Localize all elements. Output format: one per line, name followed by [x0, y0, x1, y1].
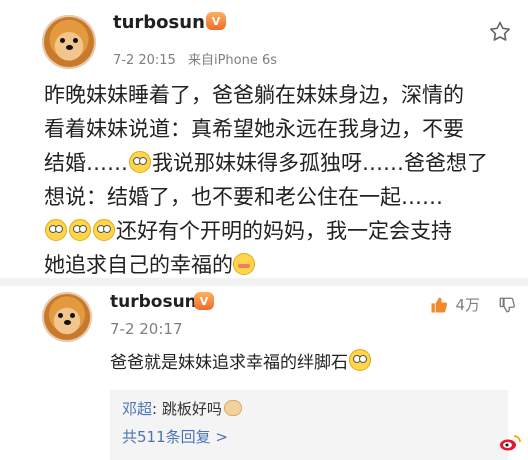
avatar-eye-right: [73, 38, 78, 43]
avatar-eye-left: [60, 38, 65, 43]
eyeroll-emoji-icon: [349, 349, 371, 371]
post-line-3b: 我说那妹妹得多孤独呀……爸爸想了: [152, 151, 488, 175]
sub-reply-box[interactable]: 邓超: 跳板好吗 共511条回复 >: [110, 390, 508, 460]
post-line-6-text: 她追求自己的幸福的: [44, 253, 233, 277]
eyeroll-emoji-icon: [129, 151, 151, 173]
post-line-6: 她追求自己的幸福的: [44, 248, 516, 282]
post-content: 昨晚妹妹睡着了，爸爸躺在妹妹身边，深情的 看着妹妹说道：真希望她永远在我身边，不…: [44, 78, 516, 282]
eyeroll-emoji-icon: [69, 219, 91, 241]
post-date: 7-2 20:15: [113, 53, 176, 68]
comment-text: 爸爸就是妹妹追求幸福的绊脚石: [110, 348, 372, 373]
thumb-up-icon: [431, 297, 448, 312]
post-line-4: 想说：结婚了，也不要和老公住在一起……: [44, 185, 443, 209]
sub-reply-line: 邓超: 跳板好吗: [122, 398, 242, 419]
post-meta: 7-2 20:15 来自iPhone 6s: [113, 49, 277, 68]
post-username[interactable]: turbosun: [113, 12, 205, 33]
post-line-3a: 结婚……: [44, 151, 128, 175]
sub-reply-name[interactable]: 邓超: [122, 400, 152, 418]
eyeroll-emoji-icon: [45, 219, 67, 241]
comment-text-body: 爸爸就是妹妹追求幸福的绊脚石: [110, 353, 348, 373]
avatar-nose: [66, 45, 73, 50]
star-icon[interactable]: [488, 20, 512, 44]
post-line-5-text: 还好有个开明的妈妈，我一定会支持: [116, 219, 452, 243]
thumb-down-icon[interactable]: [498, 296, 516, 314]
like-count: 4万: [455, 296, 480, 314]
avatar-nose: [64, 320, 71, 325]
avatar-eye-left: [58, 313, 63, 318]
eyeroll-emoji-icon: [93, 219, 115, 241]
vip-badge-icon: V: [206, 12, 226, 30]
sub-reply-text: 跳板好吗: [161, 400, 222, 418]
vip-badge-icon: V: [194, 292, 214, 310]
post-source[interactable]: 来自iPhone 6s: [188, 53, 277, 68]
more-replies-link[interactable]: 共511条回复 >: [122, 426, 228, 447]
avatar[interactable]: [42, 15, 96, 69]
weibo-icon: [500, 435, 521, 451]
shy-emoji-icon: [233, 253, 255, 275]
comment-avatar[interactable]: [42, 292, 92, 342]
dog-emoji-icon: [223, 400, 242, 416]
post-line-5: 还好有个开明的妈妈，我一定会支持: [44, 214, 516, 248]
section-divider: [0, 278, 528, 286]
comment-date: 7-2 20:17: [110, 320, 183, 338]
comment-username[interactable]: turbosun: [110, 292, 197, 312]
post-line-1: 昨晚妹妹睡着了，爸爸躺在妹妹身边，深情的: [44, 83, 464, 107]
post-line-3: 结婚…… 我说那妹妹得多孤独呀……爸爸想了: [44, 146, 516, 180]
like-button[interactable]: 4万: [429, 294, 480, 315]
post-line-2: 看着妹妹说道：真希望她永远在我身边，不要: [44, 117, 464, 141]
avatar-eye-right: [70, 313, 75, 318]
